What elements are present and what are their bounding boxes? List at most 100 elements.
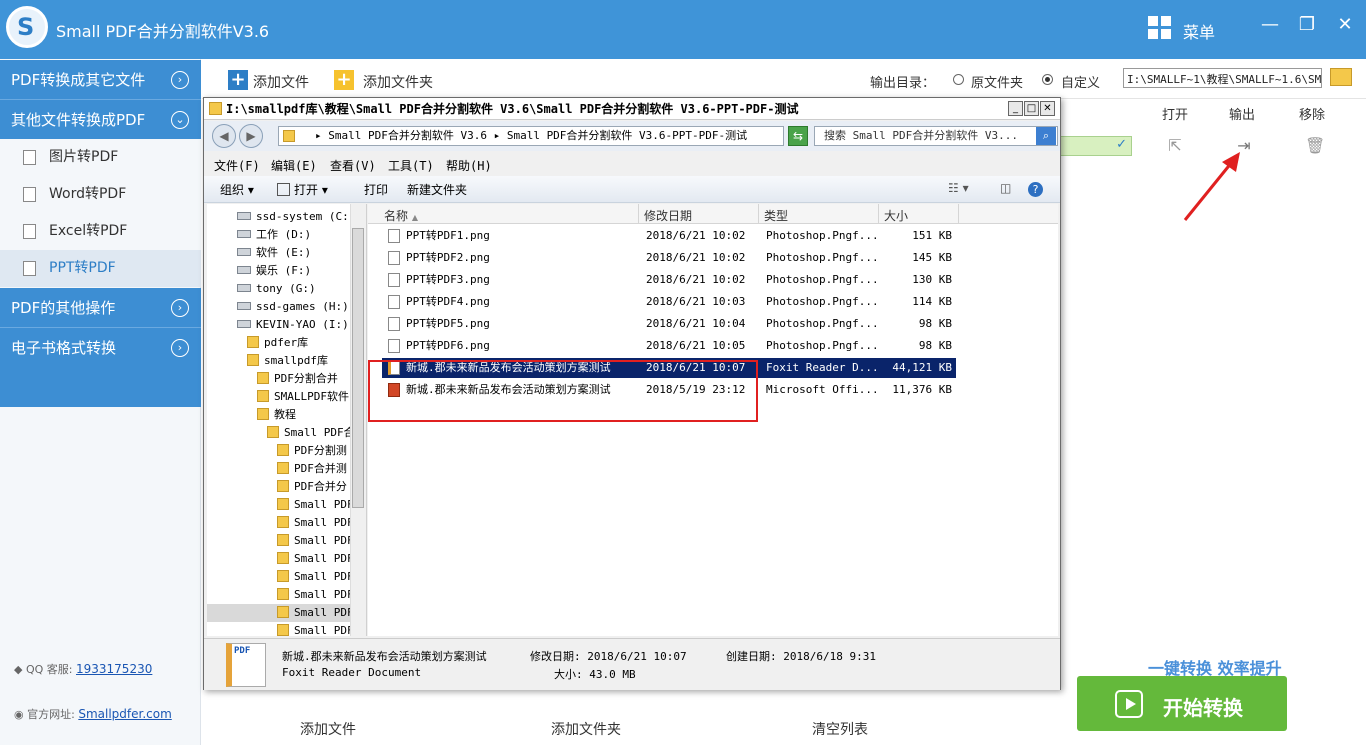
- tree-node[interactable]: Small PDF: [207, 532, 354, 550]
- add-file-icon[interactable]: +: [228, 70, 248, 90]
- tree-node-label: 教程: [274, 408, 296, 421]
- menu-help[interactable]: 帮助(H): [446, 157, 492, 174]
- tree-node[interactable]: Small PDF: [207, 622, 354, 636]
- tree-node[interactable]: PDF合并测: [207, 460, 350, 478]
- bottom-add-file-button[interactable]: 添加文件: [300, 719, 356, 739]
- tree-node[interactable]: pdfer库: [207, 334, 350, 352]
- back-icon[interactable]: ◀: [212, 124, 236, 148]
- file-name: PPT转PDF1.png: [406, 229, 490, 242]
- refresh-icon[interactable]: ⇆: [788, 126, 808, 146]
- print-button[interactable]: 打印: [364, 181, 388, 198]
- search-icon[interactable]: ⌕: [1036, 127, 1056, 145]
- tree-node[interactable]: Small PDF: [207, 586, 354, 604]
- col-open: 打开: [1162, 108, 1189, 123]
- section-ebook-convert[interactable]: 电子书格式转换 ›: [0, 328, 201, 368]
- menu-file[interactable]: 文件(F): [214, 157, 260, 174]
- header-name[interactable]: 名称 ▲: [384, 207, 418, 224]
- dialog-minimize-icon[interactable]: _: [1008, 101, 1023, 116]
- tree-node[interactable]: 教程: [207, 406, 350, 424]
- minimize-icon[interactable]: —: [1259, 14, 1281, 36]
- tree-node[interactable]: Small PDF: [207, 568, 354, 586]
- tree-node-label: pdfer库: [264, 336, 309, 349]
- qq-icon: ◆: [14, 663, 26, 676]
- tree-node[interactable]: Small PDF: [207, 550, 354, 568]
- open-button[interactable]: 打开 ▾: [277, 181, 328, 198]
- file-name: PPT转PDF5.png: [406, 317, 490, 330]
- help-icon[interactable]: ?: [1028, 182, 1043, 197]
- file-row[interactable]: PPT转PDF4.png 2018/6/21 10:03 Photoshop.Png…: [382, 292, 956, 312]
- file-row[interactable]: PPT转PDF5.png 2018/6/21 10:04 Photoshop.Png…: [382, 314, 956, 334]
- menu-grid-icon[interactable]: [1148, 16, 1172, 40]
- tree-node-label: KEVIN-YAO (I:): [256, 318, 349, 331]
- tree-node[interactable]: 娱乐 (F:): [207, 262, 350, 280]
- sidebar-item-ppt-to-pdf[interactable]: PPT转PDF: [0, 250, 201, 287]
- menu-edit[interactable]: 编辑(E): [271, 157, 317, 174]
- header-type[interactable]: 类型: [764, 207, 788, 224]
- search-input[interactable]: 搜索 Small PDF合并分割软件 V3...: [814, 126, 1058, 146]
- tree-node[interactable]: ssd-system (C:): [207, 208, 355, 226]
- header-size[interactable]: 大小: [884, 207, 908, 224]
- section-pdf-other-ops[interactable]: PDF的其他操作 ›: [0, 288, 201, 328]
- file-name: PPT转PDF2.png: [406, 251, 490, 264]
- browse-folder-icon[interactable]: [1330, 68, 1352, 86]
- add-folder-button[interactable]: 添加文件夹: [363, 72, 433, 92]
- tree-node[interactable]: Small PDF: [207, 496, 354, 514]
- dialog-maximize-icon[interactable]: □: [1024, 101, 1039, 116]
- tree-node[interactable]: PDF分割合并: [207, 370, 350, 388]
- tree-node[interactable]: Small PDF: [207, 514, 354, 532]
- tree-node[interactable]: 软件 (E:): [207, 244, 350, 262]
- section-pdf-to-other[interactable]: PDF转换成其它文件 ›: [0, 60, 201, 100]
- chevron-right-icon: ›: [171, 71, 189, 89]
- close-icon[interactable]: ✕: [1334, 14, 1356, 36]
- tree-node[interactable]: SMALLPDF软件: [207, 388, 350, 406]
- add-file-button[interactable]: 添加文件: [253, 72, 309, 92]
- forward-icon[interactable]: ▶: [239, 124, 263, 148]
- file-type: Photoshop.Pngf...: [766, 273, 879, 286]
- folder-icon: [247, 354, 259, 366]
- sidebar-item-image-to-pdf[interactable]: 图片转PDF: [0, 139, 201, 176]
- tree-node[interactable]: PDF合并分: [207, 478, 350, 496]
- header-date[interactable]: 修改日期: [644, 207, 692, 224]
- tree-node-label: PDF分割测: [294, 444, 347, 457]
- menu-button[interactable]: 菜单: [1183, 19, 1215, 43]
- png-file-icon: [388, 295, 400, 309]
- dialog-close-icon[interactable]: ✕: [1040, 101, 1055, 116]
- view-options-icon[interactable]: ☷ ▾: [948, 181, 969, 195]
- tree-node[interactable]: PDF分割测: [207, 442, 350, 460]
- file-row[interactable]: PPT转PDF1.png 2018/6/21 10:02 Photoshop.Png…: [382, 226, 956, 246]
- tree-node-label: Small PDF: [294, 516, 354, 529]
- output-path-field[interactable]: I:\SMALLF~1\教程\SMALLF~1.6\SMOBI: [1123, 68, 1322, 88]
- sidebar-item-word-to-pdf[interactable]: Word转PDF: [0, 176, 201, 213]
- folder-icon: [209, 102, 222, 115]
- radio-custom[interactable]: [1042, 74, 1053, 85]
- section-other-to-pdf[interactable]: 其他文件转换成PDF ⌄: [0, 100, 201, 140]
- tree-node[interactable]: tony (G:): [207, 280, 350, 298]
- bottom-clear-button[interactable]: 清空列表: [812, 719, 868, 739]
- organize-button[interactable]: 组织 ▾: [220, 181, 254, 198]
- menu-view[interactable]: 查看(V): [330, 157, 376, 174]
- file-row[interactable]: PPT转PDF6.png 2018/6/21 10:05 Photoshop.Png…: [382, 336, 956, 356]
- bottom-add-folder-button[interactable]: 添加文件夹: [551, 719, 621, 739]
- add-folder-icon[interactable]: +: [334, 70, 354, 90]
- qq-link[interactable]: 1933175230: [76, 662, 152, 676]
- start-convert-button[interactable]: 开始转换: [1077, 676, 1287, 731]
- tree-scroll-thumb[interactable]: [352, 228, 364, 508]
- restore-icon[interactable]: ❐: [1296, 14, 1318, 36]
- radio-orig-folder[interactable]: [953, 74, 964, 85]
- tree-node[interactable]: ssd-games (H:): [207, 298, 350, 316]
- new-folder-button[interactable]: 新建文件夹: [407, 181, 467, 198]
- address-bar[interactable]: ▸ Small PDF合并分割软件 V3.6 ▸ Small PDF合并分割软件…: [278, 126, 784, 146]
- sidebar-item-excel-to-pdf[interactable]: Excel转PDF: [0, 213, 201, 250]
- folder-icon: [277, 570, 289, 582]
- tree-node[interactable]: Small PDF: [207, 604, 354, 622]
- trash-icon[interactable]: 🗑: [1305, 136, 1325, 156]
- tree-node[interactable]: 工作 (D:): [207, 226, 350, 244]
- tree-node[interactable]: Small PDF合: [207, 424, 355, 442]
- tree-node[interactable]: smallpdf库: [207, 352, 350, 370]
- file-row[interactable]: PPT转PDF2.png 2018/6/21 10:02 Photoshop.Png…: [382, 248, 956, 268]
- menu-tools[interactable]: 工具(T): [388, 157, 434, 174]
- website-link[interactable]: Smallpdfer.com: [78, 707, 171, 721]
- preview-pane-icon[interactable]: ◫: [1000, 181, 1011, 195]
- file-row[interactable]: PPT转PDF3.png 2018/6/21 10:02 Photoshop.Png…: [382, 270, 956, 290]
- tree-node[interactable]: KEVIN-YAO (I:): [207, 316, 350, 334]
